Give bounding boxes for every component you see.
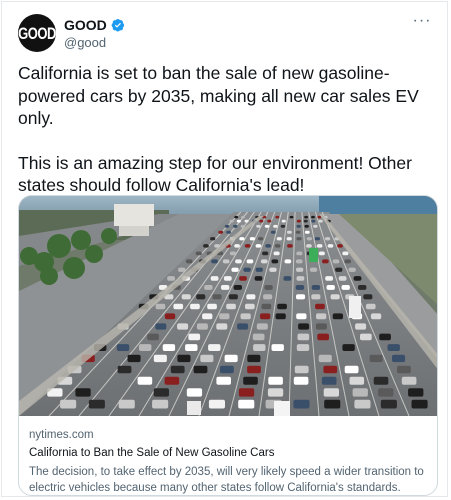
verified-badge-icon	[111, 19, 124, 32]
author-display-name[interactable]: GOOD	[64, 16, 107, 34]
more-dots-icon: ···	[412, 12, 432, 29]
author-handle[interactable]: @good	[64, 34, 125, 52]
card-meta[interactable]: nytimes.com California to Ban the Sale o…	[29, 428, 427, 495]
highway-traffic-image[interactable]	[19, 196, 438, 416]
tweet-text: California is set to ban the sale of new…	[18, 62, 438, 197]
tweet-paragraph: California is set to ban the sale of new…	[18, 63, 419, 128]
card-description: The decision, to take effect by 2035, wi…	[29, 466, 424, 494]
avatar[interactable]: GOOD	[18, 14, 56, 52]
tweet-header: GOOD GOOD @good ···	[18, 12, 433, 54]
tweet-paragraph: This is an amazing step for our environm…	[18, 152, 412, 196]
author-name-row: GOOD	[64, 16, 125, 34]
more-options-button[interactable]: ···	[411, 12, 433, 34]
card-domain[interactable]: nytimes.com	[29, 428, 427, 443]
card-title[interactable]: California to Ban the Sale of New Gasoli…	[29, 445, 427, 461]
author-info[interactable]: GOOD @good	[64, 16, 125, 52]
avatar-logo-text: GOOD	[18, 23, 56, 43]
link-preview-card[interactable]: nytimes.com California to Ban the Sale o…	[18, 195, 438, 496]
tweet-container: GOOD GOOD @good ··· California is set to…	[1, 1, 448, 497]
